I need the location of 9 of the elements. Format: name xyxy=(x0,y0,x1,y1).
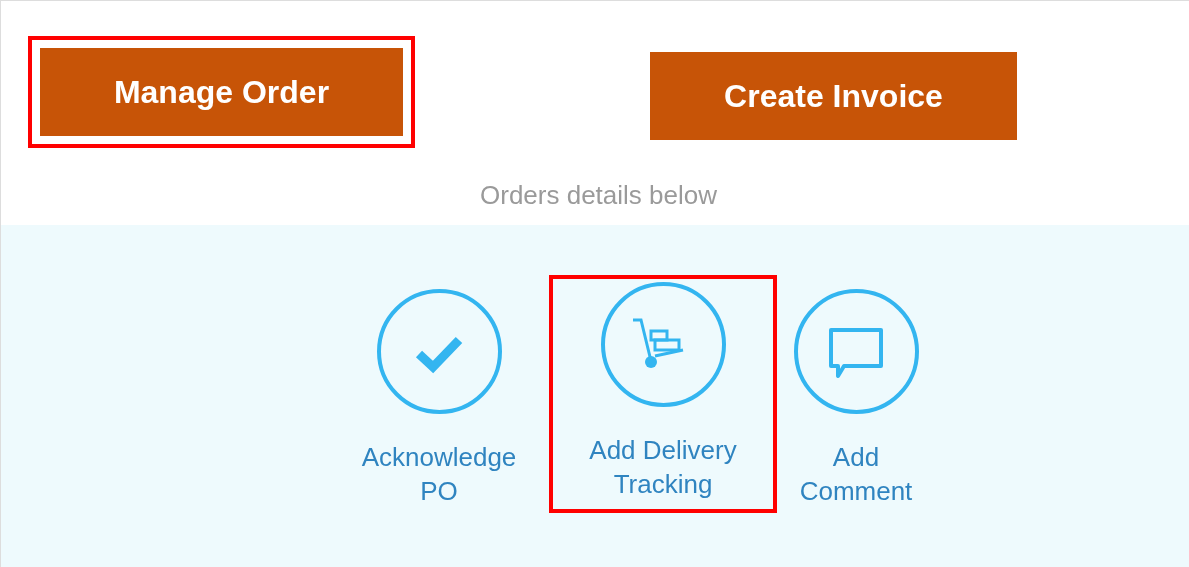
action-link[interactable]: Add Delivery Tracking xyxy=(553,433,773,501)
action-circle-button[interactable] xyxy=(793,289,919,414)
action-link[interactable]: Add Comment xyxy=(785,440,927,508)
caption: Orders details below xyxy=(480,180,717,210)
action-circle-button[interactable] xyxy=(600,282,726,407)
action-link[interactable]: Acknowledge PO xyxy=(345,440,533,508)
action-circle-button[interactable] xyxy=(376,289,502,414)
action-button[interactable]: Create Invoice xyxy=(650,52,1017,140)
action-button[interactable]: Manage Order xyxy=(40,48,403,136)
